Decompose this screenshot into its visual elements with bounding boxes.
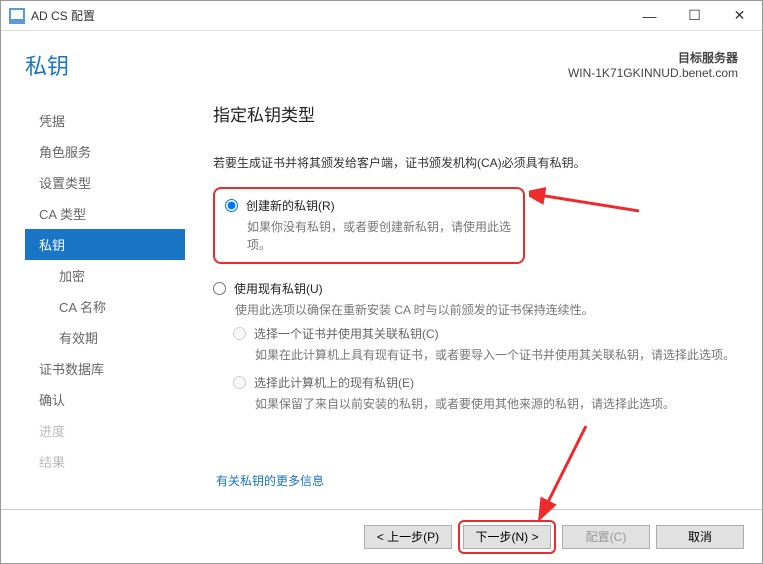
app-icon — [9, 8, 25, 24]
nav-progress: 进度 — [25, 415, 185, 446]
nav-ca-type[interactable]: CA 类型 — [25, 198, 185, 229]
page-title: 私钥 — [25, 49, 69, 81]
nav-results: 结果 — [25, 446, 185, 477]
option-use-existing[interactable]: 使用现有私钥(U) — [213, 280, 738, 297]
nav-role-services[interactable]: 角色服务 — [25, 136, 185, 167]
radio-select-existing-key — [233, 376, 246, 389]
option-select-existing-key-label: 选择此计算机上的现有私钥(E) — [254, 374, 414, 391]
next-button[interactable]: 下一步(N) > — [463, 525, 551, 549]
footer: < 上一步(P) 下一步(N) > 配置(C) 取消 — [1, 509, 762, 563]
titlebar: AD CS 配置 — ☐ ✕ — [1, 1, 762, 31]
header: 私钥 目标服务器 WIN-1K71GKINNUD.benet.com — [1, 31, 762, 89]
nav-setup-type[interactable]: 设置类型 — [25, 167, 185, 198]
cancel-button[interactable]: 取消 — [656, 525, 744, 549]
configure-button: 配置(C) — [562, 525, 650, 549]
target-server-label: 目标服务器 — [568, 49, 738, 66]
main-panel: 指定私钥类型 若要生成证书并将其颁发给客户端，证书颁发机构(CA)必须具有私钥。… — [185, 99, 738, 509]
option-create-new-highlight: 创建新的私钥(R) 如果你没有私钥，或者要创建新私钥，请使用此选项。 — [213, 187, 525, 264]
main-intro: 若要生成证书并将其颁发给客户端，证书颁发机构(CA)必须具有私钥。 — [213, 154, 738, 171]
radio-use-existing[interactable] — [213, 282, 226, 295]
target-server-name: WIN-1K71GKINNUD.benet.com — [568, 66, 738, 80]
option-select-cert-desc: 如果在此计算机上具有现有证书，或者要导入一个证书并使用其关联私钥，请选择此选项。 — [255, 346, 738, 364]
radio-create-new[interactable] — [225, 199, 238, 212]
maximize-button[interactable]: ☐ — [672, 1, 717, 31]
more-info-link[interactable]: 有关私钥的更多信息 — [216, 472, 324, 489]
option-select-cert[interactable]: 选择一个证书并使用其关联私钥(C) — [233, 325, 738, 342]
option-select-existing-key-desc: 如果保留了来自以前安装的私钥，或者要使用其他来源的私钥，请选择此选项。 — [255, 395, 738, 413]
option-create-new-desc: 如果你没有私钥，或者要创建新私钥，请使用此选项。 — [247, 218, 513, 254]
window-title: AD CS 配置 — [31, 7, 95, 24]
target-server-block: 目标服务器 WIN-1K71GKINNUD.benet.com — [568, 49, 738, 80]
next-button-highlight: 下一步(N) > — [458, 520, 556, 554]
nav-confirm[interactable]: 确认 — [25, 384, 185, 415]
minimize-button[interactable]: — — [627, 1, 672, 31]
nav-validity[interactable]: 有效期 — [25, 322, 185, 353]
option-use-existing-desc: 使用此选项以确保在重新安装 CA 时与以前颁发的证书保持连续性。 — [235, 301, 738, 319]
prev-button[interactable]: < 上一步(P) — [364, 525, 452, 549]
option-create-new-label: 创建新的私钥(R) — [246, 197, 335, 214]
option-create-new[interactable]: 创建新的私钥(R) — [225, 197, 513, 214]
option-select-existing-key[interactable]: 选择此计算机上的现有私钥(E) — [233, 374, 738, 391]
nav-credentials[interactable]: 凭据 — [25, 105, 185, 136]
wizard-nav: 凭据 角色服务 设置类型 CA 类型 私钥 加密 CA 名称 有效期 证书数据库… — [25, 99, 185, 509]
main-heading: 指定私钥类型 — [213, 101, 738, 126]
content-area: 凭据 角色服务 设置类型 CA 类型 私钥 加密 CA 名称 有效期 证书数据库… — [1, 89, 762, 509]
nav-ca-name[interactable]: CA 名称 — [25, 291, 185, 322]
nav-private-key[interactable]: 私钥 — [25, 229, 185, 260]
option-select-cert-label: 选择一个证书并使用其关联私钥(C) — [254, 325, 439, 342]
nav-cert-db[interactable]: 证书数据库 — [25, 353, 185, 384]
nav-cryptography[interactable]: 加密 — [25, 260, 185, 291]
close-button[interactable]: ✕ — [717, 1, 762, 31]
radio-select-cert — [233, 327, 246, 340]
option-use-existing-label: 使用现有私钥(U) — [234, 280, 323, 297]
